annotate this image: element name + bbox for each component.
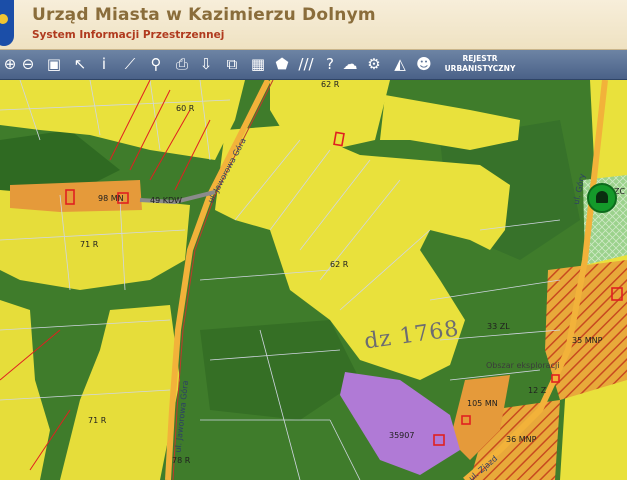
triangle-icon[interactable]: ◭ <box>390 54 410 74</box>
pointer-icon[interactable]: ↖ <box>70 54 90 74</box>
shape-icon[interactable]: ⬟ <box>272 54 292 74</box>
parcel-label-98mn[interactable]: 98 MN <box>98 194 124 203</box>
zoom-out-icon[interactable]: ⊖ <box>18 54 38 74</box>
parcel-label-78r[interactable]: 78 R <box>172 456 190 465</box>
print-icon[interactable]: ⎙ <box>172 54 192 74</box>
parcel-label-36mnp[interactable]: 36 MNP <box>506 435 536 444</box>
parcel-label-71r[interactable]: 71 R <box>80 240 98 249</box>
user-icon[interactable]: ☻ <box>414 54 434 74</box>
layers-icon[interactable]: ⧉ <box>222 54 242 74</box>
app-header: Urząd Miasta w Kazimierzu Dolnym System … <box>0 0 627 50</box>
register-label-line2: URBANISTYCZNY <box>444 64 516 73</box>
hatch-icon[interactable]: /// <box>296 54 316 74</box>
parcel-label-35mnp[interactable]: 35 MNP <box>572 336 602 345</box>
parcel-label-71r-lower[interactable]: 71 R <box>88 416 106 425</box>
parcel-label-33zl[interactable]: 33 ZL <box>487 322 510 331</box>
link-icon[interactable]: ⚲ <box>146 54 166 74</box>
parcel-label-62r-top[interactable]: 62 R <box>321 80 339 89</box>
parcel-label-35907[interactable]: 35907 <box>389 431 414 440</box>
zoom-in-icon[interactable]: ⊕ <box>0 54 20 74</box>
info-icon[interactable]: i <box>94 54 114 74</box>
parcel-label-60r[interactable]: 60 R <box>176 104 194 113</box>
app-subtitle: System Informacji Przestrzennej <box>32 29 225 41</box>
parcel-label-62r[interactable]: 62 R <box>330 260 348 269</box>
urban-register-button[interactable]: REJESTR URBANISTYCZNY <box>436 54 524 74</box>
cloud-icon[interactable]: ☁ <box>340 54 360 74</box>
map-viewport[interactable]: 60 R 62 R 98 MN 49 KDW 71 R 62 R 33 ZL 3… <box>0 80 627 480</box>
parcel-label-12z[interactable]: 12 Z <box>528 386 546 395</box>
map-toolbar: REJESTR URBANISTYCZNY ⊕ ⊖ ▣ ↖ i ⟋ ⚲ ⎙ ⇩ ⧉ ▦ ⬟///? ☁ ⚙… <box>0 50 627 80</box>
zoom-extent-icon[interactable]: ▣ <box>44 54 64 74</box>
road-label-49kdw[interactable]: 49 KDW <box>150 196 182 205</box>
help-icon[interactable]: ? <box>320 54 340 74</box>
layout-icon[interactable]: ▦ <box>248 54 268 74</box>
measure-icon[interactable]: ⟋ <box>120 54 140 74</box>
settings-icon[interactable]: ⚙ <box>364 54 384 74</box>
app-title: Urząd Miasta w Kazimierzu Dolnym <box>32 5 376 25</box>
parcel-label-105mn[interactable]: 105 MN <box>467 399 498 408</box>
area-label-obszar[interactable]: Obszar eksploracji <box>486 361 559 370</box>
coat-of-arms-logo <box>0 0 14 46</box>
register-label-line1: REJESTR <box>462 54 498 63</box>
street-view-marker[interactable] <box>587 183 617 213</box>
download-icon[interactable]: ⇩ <box>196 54 216 74</box>
